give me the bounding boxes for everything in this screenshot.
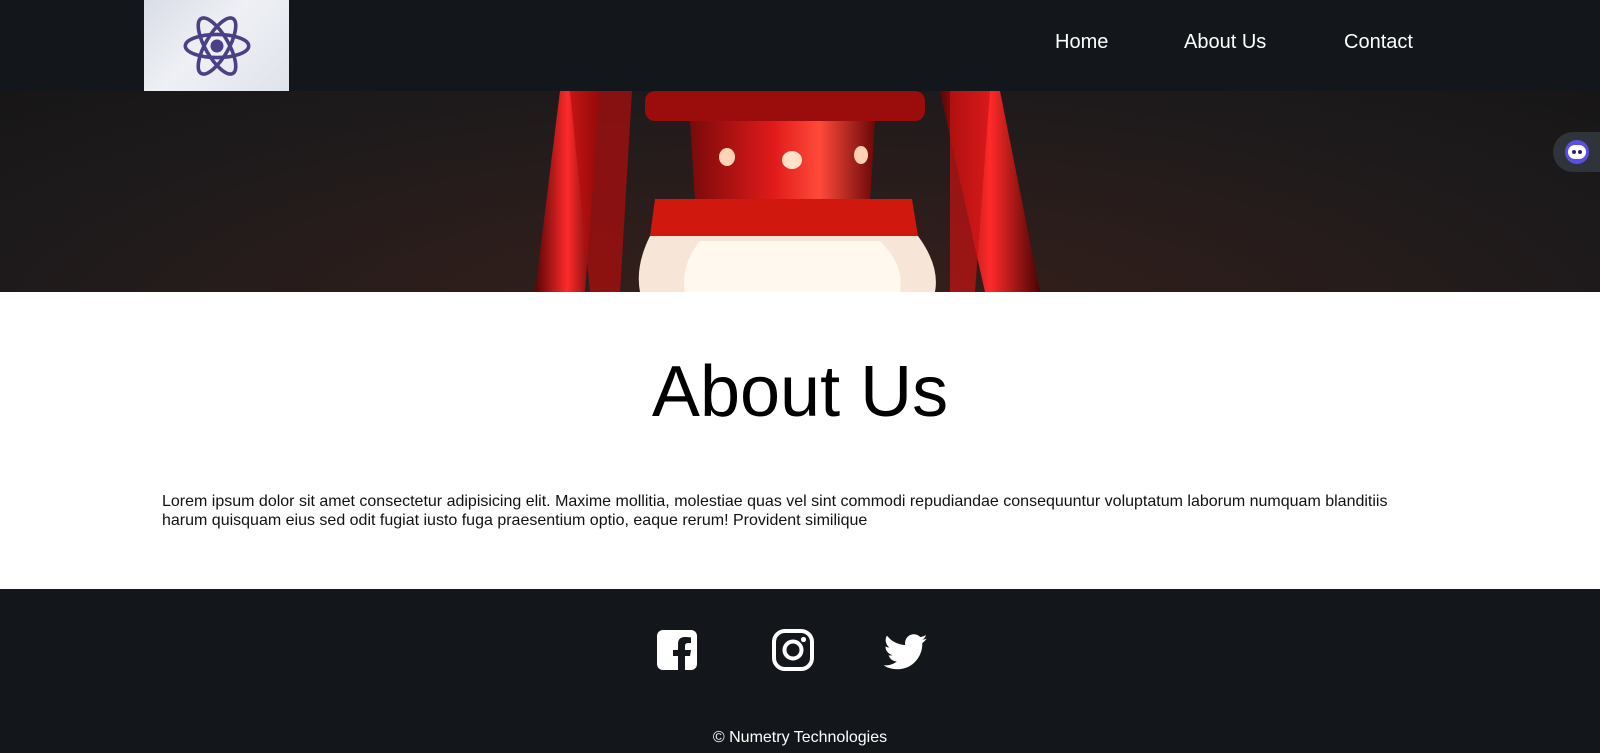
red-lantern-illustration: [478, 91, 1102, 292]
nav-about-link[interactable]: About Us: [1184, 29, 1266, 55]
assistant-widget-button[interactable]: [1553, 132, 1600, 172]
about-description: Lorem ipsum dolor sit amet consectetur a…: [162, 493, 1388, 529]
assistant-face-icon: [1565, 140, 1589, 164]
nav-home-link[interactable]: Home: [1055, 29, 1108, 55]
twitter-link[interactable]: [883, 630, 928, 674]
nav-contact-link[interactable]: Contact: [1344, 29, 1413, 55]
page-title: About Us: [651, 352, 949, 432]
twitter-icon: [883, 634, 928, 670]
main-nav: Home About Us Contact: [0, 0, 1600, 91]
instagram-link[interactable]: [771, 628, 815, 672]
copyright-text: © Numetry Technologies: [712, 729, 888, 746]
instagram-icon: [772, 629, 814, 671]
facebook-link[interactable]: [655, 628, 699, 672]
facebook-icon: [657, 630, 697, 672]
hero-banner-image: [0, 91, 1600, 292]
site-header: Home About Us Contact: [0, 0, 1600, 91]
